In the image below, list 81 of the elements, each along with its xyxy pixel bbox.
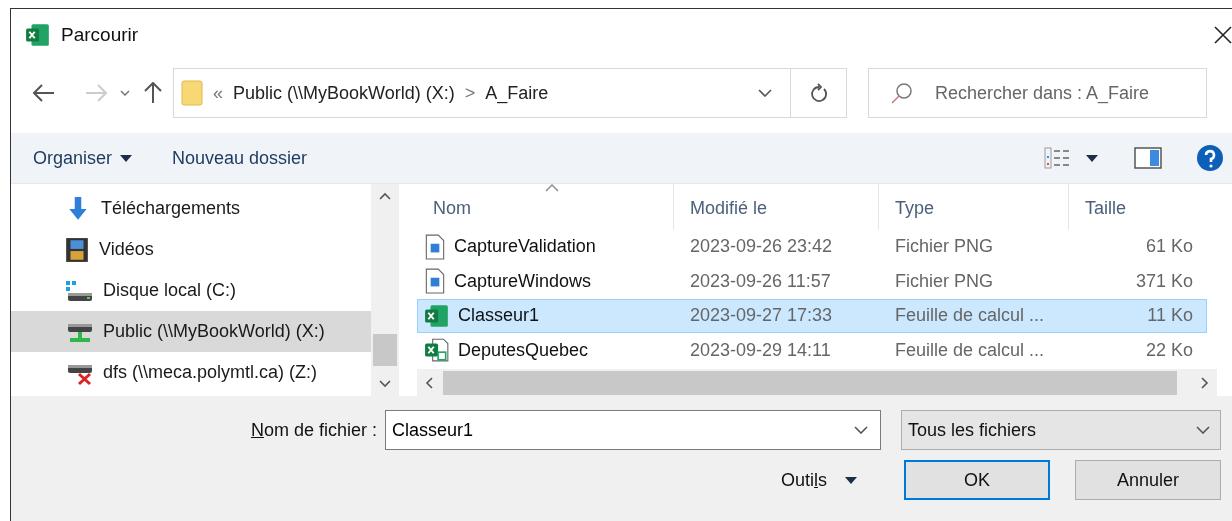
breadcrumb-item[interactable]: A_Faire (485, 79, 549, 107)
image-file-icon (424, 268, 446, 295)
refresh-button[interactable] (791, 68, 847, 118)
file-row[interactable]: DeputesQuebec 2023-09-29 14:11 Feuille de calcul ... 22 Ko (417, 332, 1207, 368)
help-button[interactable] (1196, 144, 1224, 172)
filename-label: Nom de fichier : (249, 418, 377, 442)
view-options-button[interactable] (1044, 147, 1098, 169)
file-size: 61 Ko (1144, 235, 1194, 259)
chevron-down-icon (854, 426, 868, 434)
sidebar-item[interactable]: Vidéos (11, 229, 371, 270)
file-size: 371 Ko (1134, 269, 1194, 293)
file-type-dropdown[interactable]: Tous les fichiers (901, 410, 1221, 450)
file-name: CaptureValidation (454, 235, 596, 259)
sidebar-item[interactable]: dfs (\\meca.polymtl.ca) (Z:) (11, 352, 371, 393)
details-view-icon (1044, 147, 1072, 169)
file-name: CaptureWindows (454, 269, 592, 293)
file-size: 11 Ko (1146, 304, 1194, 328)
dialog-button[interactable]: OK (904, 460, 1050, 500)
file-row[interactable]: CaptureWindows 2023-09-26 11:57 Fichier PNG 371 Ko (417, 264, 1207, 299)
breadcrumb-item[interactable]: Public (\\MyBookWorld) (X:) (233, 79, 455, 107)
breadcrumb-item[interactable]: > (464, 79, 476, 107)
up-arrow-icon (144, 82, 162, 104)
file-type: Feuille de calcul ... (894, 338, 1046, 362)
modified-date: 2023-09-27 17:33 (689, 304, 834, 328)
scroll-up-icon (379, 192, 391, 200)
chevron-down-icon (1196, 426, 1210, 434)
file-row[interactable]: Classeur1 2023-09-27 17:33 Feuille de calcul ... 11 Ko (417, 298, 1207, 333)
modified-date: 2023-09-29 14:11 (689, 338, 832, 362)
search-field[interactable]: Rechercher dans : A_Faire (868, 68, 1207, 118)
column-header[interactable]: Type (878, 184, 1068, 230)
new-folder-button[interactable]: Nouveau dossier (172, 144, 308, 172)
scroll-down-icon (379, 380, 391, 388)
search-icon (891, 82, 913, 104)
spreadsheet-file-icon (424, 302, 450, 329)
column-header[interactable]: Taille (1068, 184, 1198, 230)
filename-input[interactable]: Classeur1 (392, 416, 854, 444)
chevron-down-icon (758, 89, 772, 97)
tools-menu-button[interactable]: Outils (781, 460, 881, 500)
file-name: Classeur1 (458, 304, 540, 328)
file-type: Fichier PNG (894, 235, 994, 259)
spreadsheet-file-icon (424, 337, 450, 364)
search-input[interactable]: Rechercher dans : A_Faire (935, 79, 1205, 107)
refresh-icon (809, 83, 828, 103)
address-bar[interactable]: « Public (\\MyBookWorld) (X:) > A_Faire (173, 68, 791, 118)
chevron-down-icon (120, 90, 130, 96)
preview-pane-icon (1134, 147, 1162, 169)
file-name: DeputesQuebec (458, 338, 589, 362)
modified-date: 2023-09-26 23:42 (689, 235, 834, 259)
forward-arrow-icon (85, 84, 107, 102)
preview-pane-button[interactable] (1134, 147, 1162, 169)
spreadsheet-app-icon (25, 22, 51, 48)
file-type: Fichier PNG (894, 269, 994, 293)
sidebar-item[interactable]: Disque local (C:) (11, 270, 371, 311)
scroll-right-icon (1201, 376, 1209, 389)
sidebar-scrollbar[interactable] (371, 184, 399, 396)
film-icon (65, 236, 89, 263)
column-header[interactable]: Nom (417, 184, 673, 230)
folder-icon (181, 80, 203, 106)
file-size: 22 Ko (1144, 338, 1194, 362)
horizontal-scrollbar[interactable] (417, 369, 1217, 396)
sidebar-item[interactable]: Téléchargements (11, 188, 371, 229)
modified-date: 2023-09-26 11:57 (689, 269, 832, 293)
dropdown-caret-icon (1086, 154, 1098, 162)
back-arrow-icon (33, 84, 55, 102)
window-title: Parcourir (61, 22, 139, 47)
dropdown-caret-icon (120, 154, 133, 162)
image-file-icon (424, 233, 446, 260)
scroll-left-icon (425, 376, 433, 389)
file-type: Feuille de calcul ... (894, 304, 1046, 328)
help-icon (1196, 144, 1224, 172)
sidebar-item[interactable]: Public (\\MyBookWorld) (X:) (11, 311, 371, 352)
filename-field[interactable]: Classeur1 (385, 410, 881, 450)
breadcrumb-item[interactable]: « (213, 79, 223, 107)
organise-menu-button[interactable]: Organiser (33, 144, 133, 172)
close-icon (1214, 26, 1232, 44)
column-header[interactable]: Modifié le (673, 184, 878, 230)
dropdown-caret-icon (845, 476, 857, 484)
scrollbar-thumb[interactable] (443, 370, 1177, 395)
file-row[interactable]: CaptureValidation 2023-09-26 23:42 Fichier PNG 61 Ko (417, 229, 1207, 265)
scrollbar-thumb[interactable] (373, 334, 397, 366)
dialog-button[interactable]: Annuler (1075, 460, 1221, 500)
